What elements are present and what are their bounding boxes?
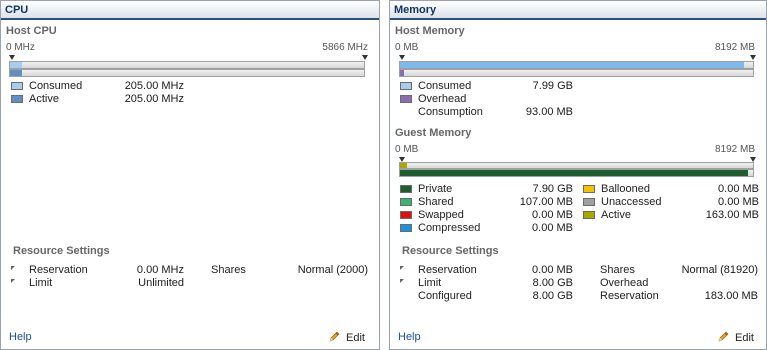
cpu-consumed-label: Consumed	[29, 80, 83, 92]
guest-unaccessed-label: Unaccessed	[601, 196, 662, 208]
cpu-active-bar	[9, 69, 365, 77]
cpu-scale-max: 5866 MHz	[322, 42, 368, 53]
host-consumption-label: Consumption	[418, 106, 483, 118]
shared-swatch	[400, 198, 412, 206]
pencil-icon	[718, 331, 729, 342]
cpu-edit-label: Edit	[346, 332, 365, 344]
memory-configured-value: 8.00 GB	[532, 290, 573, 302]
memory-overhead-reservation-value: 183.00 MB	[704, 290, 758, 302]
active-swatch	[583, 211, 595, 219]
ballooned-swatch	[583, 185, 595, 193]
cpu-active-label: Active	[29, 93, 59, 105]
limit-marker-icon	[400, 279, 404, 283]
guest-memory-private-bar	[399, 169, 754, 177]
host-cpu-heading: Host CPU	[6, 25, 57, 37]
memory-panel-title: Memory	[390, 1, 766, 20]
memory-shares-label: Shares	[600, 264, 635, 276]
cpu-active-value: 205.00 MHz	[124, 93, 184, 105]
cpu-panel-title: CPU	[1, 1, 379, 20]
memory-overhead-label: Overhead	[600, 277, 649, 289]
guest-memory-active-bar	[399, 162, 754, 169]
host-consumed-value: 7.99 GB	[532, 80, 573, 92]
host-memory-heading: Host Memory	[395, 25, 465, 37]
active-swatch	[11, 95, 23, 103]
pencil-icon	[329, 331, 340, 342]
guest-ballooned-value: 0.00 MB	[718, 183, 759, 195]
memory-overhead-reservation-label: Reservation	[600, 290, 659, 302]
cpu-consumed-value: 205.00 MHz	[124, 80, 184, 92]
memory-shares-value: Normal (81920)	[681, 264, 758, 276]
guest-compressed-value: 0.00 MB	[532, 222, 573, 234]
host-overhead-label: Overhead	[418, 93, 467, 105]
guest-active-value: 163.00 MB	[705, 209, 759, 221]
reservation-marker-icon	[400, 266, 404, 270]
cpu-reservation-label: Reservation	[29, 264, 88, 276]
compressed-swatch	[400, 224, 412, 232]
cpu-resource-settings-heading: Resource Settings	[13, 245, 110, 257]
cpu-active-bar-fill	[10, 70, 23, 76]
memory-limit-label: Limit	[418, 277, 442, 289]
cpu-reservation-value: 0.00 MHz	[136, 264, 184, 276]
host-consumption-value: 93.00 MB	[525, 106, 573, 118]
consumed-swatch	[400, 82, 412, 90]
cpu-shares-value: Normal (2000)	[297, 264, 368, 276]
guest-swapped-label: Swapped	[418, 209, 464, 221]
memory-edit-label: Edit	[735, 332, 754, 344]
cpu-panel: CPU Host CPU 0 MHz 5866 MHz Consumed 205…	[0, 0, 380, 350]
guest-ballooned-label: Ballooned	[601, 183, 650, 195]
cpu-scale-end-marker	[362, 55, 368, 60]
cpu-limit-label: Limit	[29, 277, 53, 289]
cpu-shares-label: Shares	[211, 264, 246, 276]
cpu-consumed-bar	[9, 61, 365, 69]
memory-reservation-value: 0.00 MB	[532, 264, 573, 276]
memory-resource-settings-heading: Resource Settings	[402, 245, 499, 257]
memory-limit-value: 8.00 GB	[532, 277, 573, 289]
guest-memory-active-fill	[400, 163, 408, 168]
guest-memory-scale-min: 0 MB	[395, 144, 419, 155]
host-memory-scale-min: 0 MB	[395, 42, 419, 53]
host-memory-end-marker	[750, 55, 756, 60]
swapped-swatch	[400, 211, 412, 219]
guest-unaccessed-value: 0.00 MB	[718, 196, 759, 208]
memory-help-link[interactable]: Help	[398, 331, 421, 343]
guest-memory-private-fill	[400, 170, 749, 176]
consumed-swatch	[11, 82, 23, 90]
memory-edit-button[interactable]: Edit	[717, 331, 754, 344]
host-consumed-label: Consumed	[418, 80, 472, 92]
guest-memory-heading: Guest Memory	[395, 127, 472, 139]
host-memory-overhead-fill	[400, 70, 404, 76]
cpu-scale-min: 0 MHz	[6, 42, 35, 53]
host-memory-scale-max: 8192 MB	[714, 42, 755, 53]
guest-private-value: 7.90 GB	[532, 183, 573, 195]
cpu-limit-value: Unlimited	[138, 277, 184, 289]
private-swatch	[400, 185, 412, 193]
cpu-help-link[interactable]: Help	[9, 331, 32, 343]
guest-memory-scale-max: 8192 MB	[714, 144, 755, 155]
host-memory-start-marker	[399, 55, 405, 60]
guest-private-label: Private	[418, 183, 453, 195]
overhead-swatch	[400, 95, 412, 103]
memory-panel: Memory Host Memory 0 MB 8192 MB Consumed…	[389, 0, 767, 350]
guest-shared-value: 107.00 MB	[519, 196, 573, 208]
guest-shared-label: Shared	[418, 196, 454, 208]
guest-compressed-label: Compressed	[418, 222, 481, 234]
unaccessed-swatch	[583, 198, 595, 206]
cpu-scale-start-marker	[9, 55, 15, 60]
limit-marker-icon	[11, 279, 15, 283]
guest-active-label: Active	[601, 209, 631, 221]
host-memory-consumed-fill	[400, 62, 745, 68]
memory-reservation-label: Reservation	[418, 264, 477, 276]
cpu-edit-button[interactable]: Edit	[328, 331, 365, 344]
guest-swapped-value: 0.00 MB	[532, 209, 573, 221]
reservation-marker-icon	[11, 266, 15, 270]
cpu-consumed-bar-fill	[10, 62, 23, 68]
host-memory-consumed-bar	[399, 61, 754, 69]
memory-configured-label: Configured	[418, 290, 472, 302]
host-memory-overhead-bar	[399, 69, 754, 77]
